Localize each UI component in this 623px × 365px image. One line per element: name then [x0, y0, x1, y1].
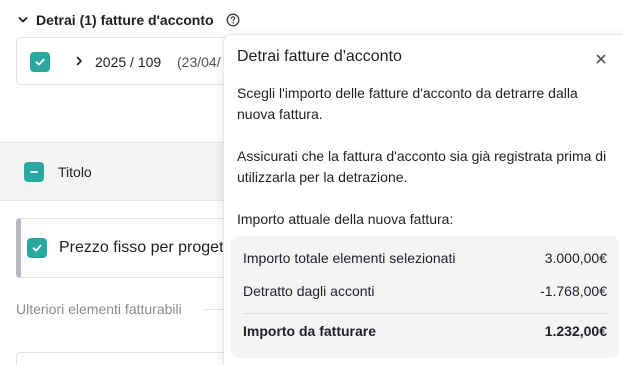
checkbox-checked-icon: [32, 244, 42, 252]
current-amount-label: Importo attuale della nuova fattura:: [237, 211, 454, 227]
invoice-checkbox[interactable]: [30, 52, 50, 72]
summary-value: 1.232,00€: [544, 323, 607, 339]
item-label: Prezzo fisso per progetto: [59, 239, 237, 256]
popover-description: Scegli l'importo delle fatture d'acconto…: [237, 85, 578, 122]
summary-row-total: Importo totale elementi selezionati 3.00…: [243, 250, 607, 266]
deduct-section-header[interactable]: Detrai (1) fatture d'acconto: [16, 10, 240, 30]
help-icon[interactable]: [226, 13, 240, 27]
summary-row-to-invoice: Importo da fatturare 1.232,00€: [243, 323, 607, 339]
popover-note: Assicurati che la fattura d'acconto sia …: [237, 148, 607, 185]
close-icon: [596, 54, 606, 64]
summary-label: Importo totale elementi selezionati: [243, 250, 456, 266]
summary-row-deducted: Detratto dagli acconti -1.768,00€: [243, 283, 607, 299]
invoice-date: (23/04/: [177, 54, 221, 70]
column-title[interactable]: Titolo: [58, 164, 92, 180]
summary-value: 3.000,00€: [544, 250, 607, 266]
invoice-number: 2025 / 109: [95, 54, 162, 70]
summary-divider: [243, 313, 607, 314]
chevron-down-icon[interactable]: [16, 13, 30, 27]
amount-summary: Importo totale elementi selezionati 3.00…: [231, 236, 619, 358]
summary-label: Detratto dagli acconti: [243, 283, 375, 299]
summary-label: Importo da fatturare: [243, 323, 377, 339]
summary-value: -1.768,00€: [540, 283, 607, 299]
section-title: Detrai (1) fatture d'acconto: [36, 12, 214, 28]
checkbox-checked-icon: [35, 58, 45, 66]
checkbox-indeterminate-icon: [30, 171, 38, 173]
chevron-right-icon[interactable]: [72, 54, 86, 68]
further-items-label: Ulteriori elementi fatturabili: [16, 301, 182, 317]
item-checkbox[interactable]: [27, 238, 47, 258]
deduct-popover: Detrai fatture d'acconto Scegli l'import…: [223, 34, 623, 365]
popover-title: Detrai fatture d'acconto: [237, 48, 402, 65]
close-button[interactable]: [594, 52, 608, 66]
select-all-checkbox[interactable]: [24, 162, 44, 182]
